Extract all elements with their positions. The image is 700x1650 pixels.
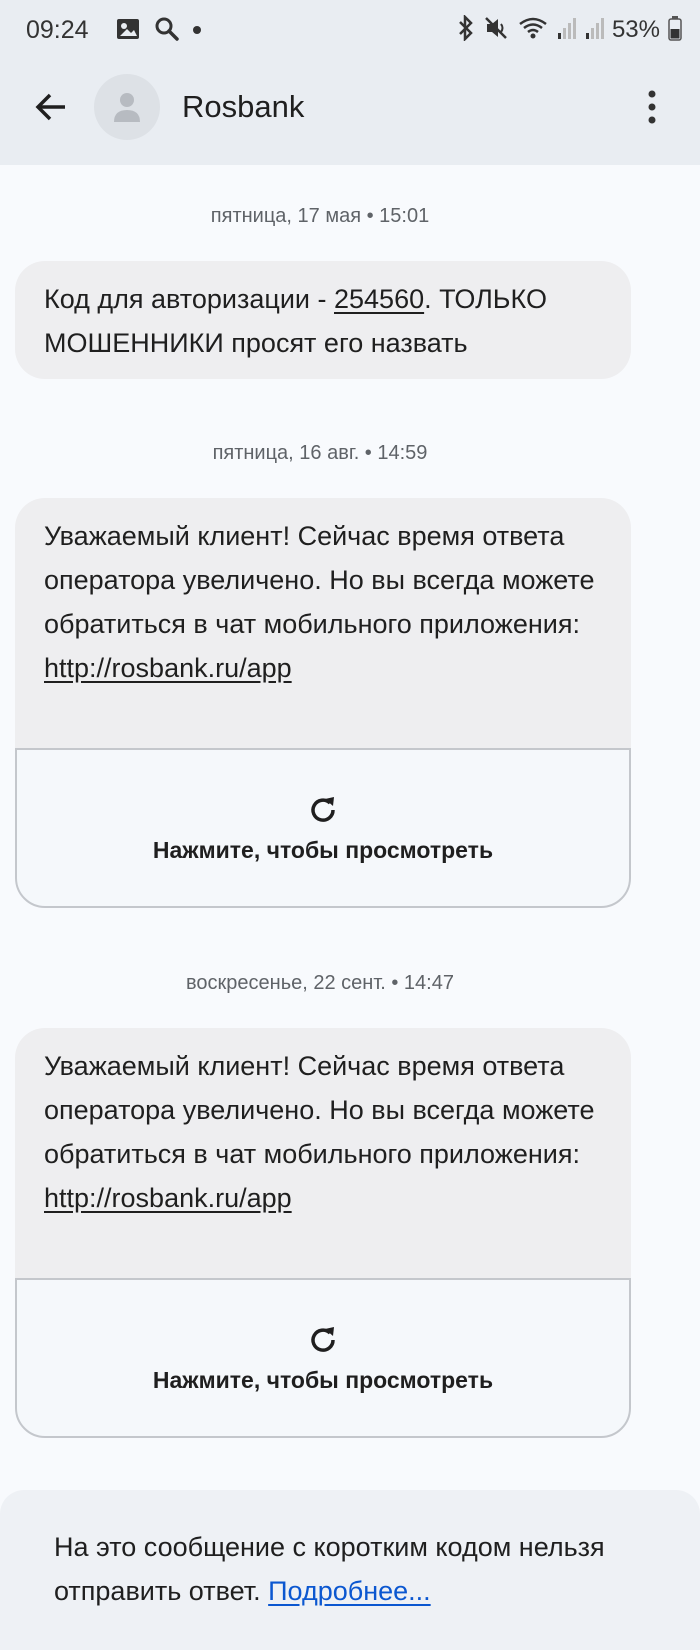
date-separator: пятница, 16 авг. • 14:59 [212,442,428,464]
person-icon [114,93,140,122]
signal-icon [584,15,604,46]
dot-icon [192,22,202,40]
message-link[interactable]: http://rosbank.ru/app [44,653,292,683]
message-text: Уважаемый клиент! Сейчас время ответа оп… [15,1028,631,1220]
back-button[interactable] [28,84,74,130]
more-options-button[interactable] [632,84,672,130]
battery-percent: 53% [611,16,660,43]
preview-label: Нажмите, чтобы просмотреть [152,836,494,863]
message-body: Уважаемый клиент! Сейчас время ответа оп… [44,1051,595,1169]
link-preview-card[interactable]: Нажмите, чтобы просмотреть [15,748,631,908]
footer-text: На это сообщение с коротким кодом нельзя… [54,1525,674,1613]
date-separator: воскресенье, 22 сент. • 14:47 [186,972,454,994]
message-text-part: Код для авторизации - [44,284,334,314]
learn-more-link[interactable]: Подробнее... [268,1576,431,1606]
gallery-icon [116,17,142,46]
status-time: 09:24 [26,16,89,44]
date-separator: пятница, 17 мая • 15:01 [210,205,430,227]
status-left-icons [116,17,202,45]
status-bar: 09:24 53% [0,0,700,60]
app-bar: Rosbank [0,70,700,145]
contact-name[interactable]: Rosbank [182,89,304,125]
link-preview-card[interactable]: Нажмите, чтобы просмотреть [15,1278,631,1438]
message-link[interactable]: http://rosbank.ru/app [44,1183,292,1213]
mute-icon [484,15,510,46]
top-header: 09:24 53% Rosbank [0,0,700,165]
refresh-icon [311,1326,335,1352]
refresh-icon [311,796,335,822]
message-bubble[interactable]: Уважаемый клиент! Сейчас время ответа оп… [15,1028,631,1288]
more-vert-icon [648,90,656,124]
message-text: Уважаемый клиент! Сейчас время ответа оп… [15,498,631,690]
arrow-back-icon [35,93,65,121]
status-right-icons: 53% [456,13,682,46]
auth-code[interactable]: 254560 [334,284,424,314]
reply-disabled-footer: На это сообщение с коротким кодом нельзя… [0,1490,700,1650]
battery-icon [668,15,682,46]
wifi-icon [518,15,548,46]
message-bubble[interactable]: Код для авторизации - 254560. ТОЛЬКО МОШ… [15,261,631,379]
search-icon [154,16,180,47]
message-text: Код для авторизации - 254560. ТОЛЬКО МОШ… [15,261,631,365]
avatar[interactable] [94,74,160,140]
bluetooth-icon [456,13,476,46]
preview-label: Нажмите, чтобы просмотреть [152,1366,494,1393]
message-body: Уважаемый клиент! Сейчас время ответа оп… [44,521,595,639]
signal-icon [556,15,576,46]
message-bubble[interactable]: Уважаемый клиент! Сейчас время ответа оп… [15,498,631,758]
